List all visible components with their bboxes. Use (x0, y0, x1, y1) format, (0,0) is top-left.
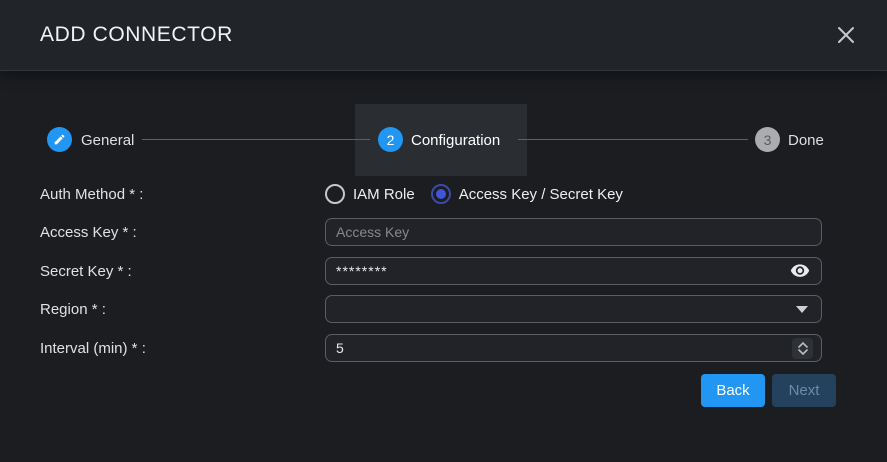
dialog-title: ADD CONNECTOR (40, 23, 233, 47)
step-general-circle[interactable] (47, 127, 72, 152)
dialog-header: ADD CONNECTOR (0, 0, 887, 71)
radio-iam-role[interactable]: IAM Role (325, 184, 415, 204)
secret-key-input[interactable] (325, 257, 822, 285)
access-key-label: Access Key * : (40, 224, 137, 241)
step-configuration-label: Configuration (411, 132, 500, 149)
pencil-icon (53, 133, 66, 146)
radio-access-key-label: Access Key / Secret Key (459, 186, 623, 203)
step-connector-line (518, 139, 748, 140)
radio-access-key-secret-key[interactable]: Access Key / Secret Key (431, 184, 623, 204)
interval-input[interactable] (325, 334, 822, 362)
number-stepper[interactable] (792, 338, 813, 359)
back-button[interactable]: Back (701, 374, 765, 407)
region-select[interactable] (325, 295, 822, 323)
eye-icon[interactable] (789, 261, 811, 281)
step-connector-line (142, 139, 370, 140)
chevron-up-icon (798, 342, 808, 348)
chevron-down-icon (798, 349, 808, 355)
close-icon[interactable] (833, 22, 859, 48)
secret-key-label: Secret Key * : (40, 263, 132, 280)
step-number: 3 (764, 132, 772, 148)
step-done-label: Done (788, 132, 824, 149)
region-label: Region * : (40, 301, 106, 318)
step-number: 2 (387, 132, 395, 148)
radio-iam-role-label: IAM Role (353, 186, 415, 203)
chevron-down-icon[interactable] (796, 306, 808, 313)
radio-selected-icon (431, 184, 451, 204)
add-connector-dialog: ADD CONNECTOR General 2 Configuration 3 … (0, 0, 887, 462)
auth-method-options: IAM Role Access Key / Secret Key (325, 183, 623, 205)
step-configuration-circle[interactable]: 2 (378, 127, 403, 152)
step-general-label: General (81, 132, 134, 149)
step-done-circle: 3 (755, 127, 780, 152)
auth-method-label: Auth Method * : (40, 186, 143, 203)
interval-label: Interval (min) * : (40, 340, 146, 357)
access-key-input[interactable] (325, 218, 822, 246)
radio-unselected-icon (325, 184, 345, 204)
next-button[interactable]: Next (772, 374, 836, 407)
